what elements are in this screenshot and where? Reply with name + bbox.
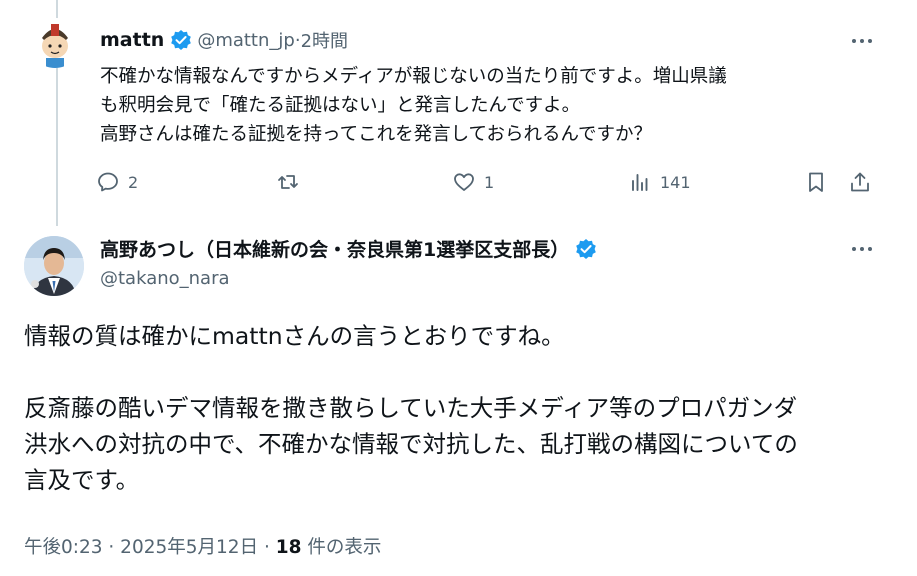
comment-icon <box>98 172 118 192</box>
retweet-icon <box>278 175 298 189</box>
share-icon <box>851 172 869 192</box>
main-author-name[interactable]: 高野あつし（日本維新の会・奈良県第1選挙区支部長） <box>100 235 569 262</box>
verified-badge-icon <box>171 30 192 50</box>
reply-action-bar: 2 1 141 <box>96 170 886 200</box>
share-button[interactable] <box>848 170 872 194</box>
reply-text-line: 不確かな情報なんですからメディアが報じないの当たり前ですよ。増山県議 <box>100 66 727 87</box>
main-author-handle[interactable]: @takano_nara <box>100 268 230 289</box>
like-button[interactable]: 1 <box>452 170 494 194</box>
reply-header: mattn @mattn_jp · 2時間 <box>100 27 348 53</box>
bookmark-button[interactable] <box>804 170 828 194</box>
mattn-avatar[interactable] <box>30 18 80 68</box>
tweet-view-label: 件の表示 <box>301 537 382 558</box>
reply-text-line: 高野さんは確たる証拠を持ってこれを発言しておられるんですか？ <box>100 124 653 145</box>
reply-text-line: も釈明会見で「確たる証拠はない」と発言したんですよ。 <box>100 95 581 116</box>
reply-count: 2 <box>128 172 139 192</box>
reply-button[interactable]: 2 <box>96 170 138 194</box>
main-text: 情報の質は確かにmattnさんの言うとおりですね。 反斎藤の酷いデマ情報を撒き散… <box>24 318 894 498</box>
main-more-button[interactable] <box>848 234 876 262</box>
main-text-line: 反斎藤の酷いデマ情報を撒き散らしていた大手メディア等のプロパガンダ <box>24 394 798 422</box>
verified-badge-icon <box>576 238 597 259</box>
like-count: 1 <box>484 172 495 192</box>
views-button[interactable]: 141 <box>628 170 691 194</box>
bookmark-icon <box>809 172 823 192</box>
reply-time[interactable]: 2時間 <box>301 27 348 53</box>
main-handle-row: @takano_nara <box>100 268 230 289</box>
main-text-blank-line <box>24 354 894 390</box>
main-text-line: 言及です。 <box>24 466 140 494</box>
tweet-view-count: 18 <box>275 537 302 558</box>
main-header: 高野あつし（日本維新の会・奈良県第1選挙区支部長） <box>100 235 602 262</box>
takano-avatar[interactable] <box>24 236 84 296</box>
reply-more-button[interactable] <box>848 26 876 54</box>
tweet-meta: 午後0:23 · 2025年5月12日 · 18 件の表示 <box>24 533 381 559</box>
reply-text: 不確かな情報なんですからメディアが報じないの当たり前ですよ。増山県議 も釈明会見… <box>100 62 890 149</box>
heart-icon <box>454 173 474 191</box>
main-text-line: 洪水への対抗の中で、不確かな情報で対抗した、乱打戦の構図についての <box>24 430 798 458</box>
reply-author-handle[interactable]: @mattn_jp <box>197 30 295 51</box>
main-text-line: 情報の質は確かにmattnさんの言うとおりですね。 <box>24 322 565 350</box>
retweet-button[interactable] <box>276 170 300 194</box>
view-count: 141 <box>660 172 691 192</box>
bar-chart-icon <box>632 174 648 191</box>
tweet-timestamp[interactable]: 午後0:23 · 2025年5月12日 · <box>24 537 276 558</box>
reply-author-name[interactable]: mattn <box>100 29 164 51</box>
